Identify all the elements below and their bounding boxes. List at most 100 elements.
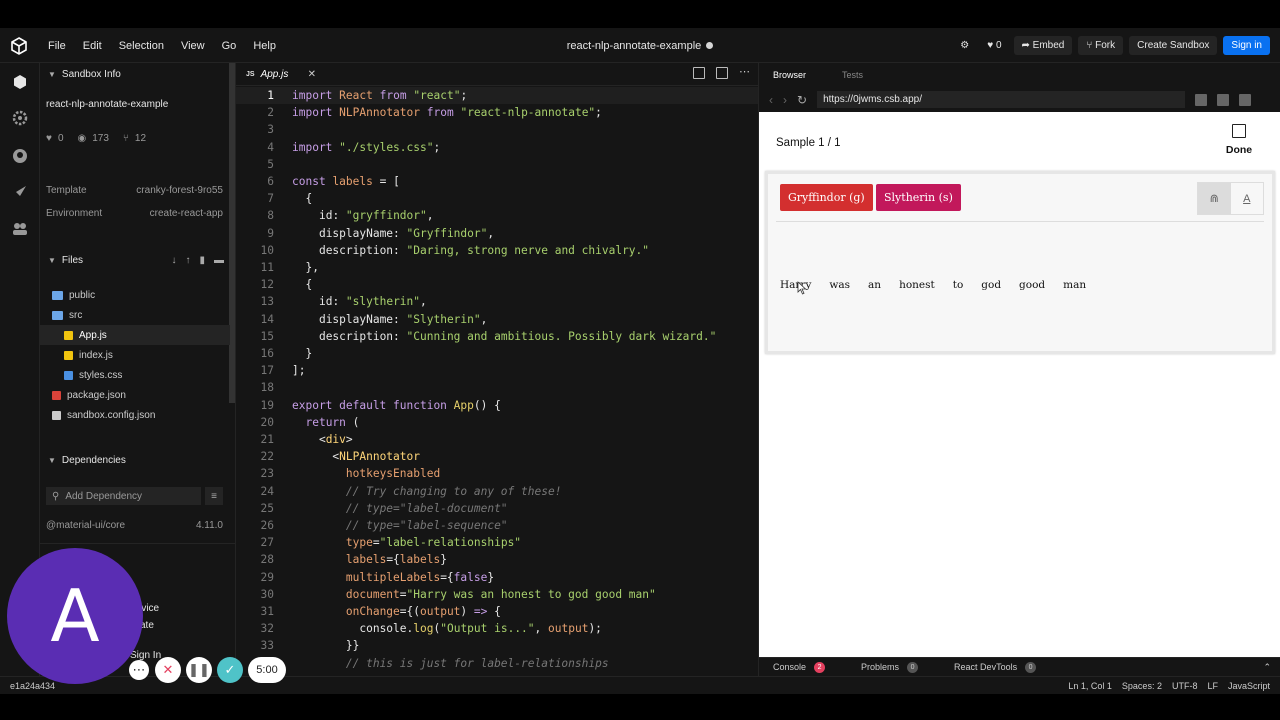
environment-value: create-react-app bbox=[149, 208, 223, 219]
fork-icon: ⑂ bbox=[122, 133, 129, 144]
open-new-window-icon[interactable] bbox=[1195, 93, 1208, 106]
back-arrow-icon[interactable]: ‹ bbox=[769, 93, 773, 107]
check-icon: ✓ bbox=[224, 662, 236, 677]
menu-view[interactable]: View bbox=[181, 40, 205, 52]
copy-icon[interactable] bbox=[1217, 93, 1230, 106]
chevron-down-icon: ▼ bbox=[48, 255, 56, 265]
file-name: src bbox=[69, 309, 83, 321]
menu-selection[interactable]: Selection bbox=[119, 40, 164, 52]
eye-icon: ◉ bbox=[77, 133, 87, 144]
file-name: public bbox=[69, 289, 96, 301]
layout-icon[interactable] bbox=[1239, 93, 1252, 106]
word-token[interactable]: god bbox=[981, 279, 1001, 291]
like-button[interactable]: ♥ 0 bbox=[981, 40, 1007, 51]
tab-browser[interactable]: Browser bbox=[773, 70, 806, 80]
file-tree-item-active[interactable]: App.js bbox=[40, 325, 230, 345]
upload-icon[interactable]: ↑ bbox=[185, 255, 190, 266]
sign-in-button[interactable]: Sign in bbox=[1223, 36, 1270, 55]
new-folder-icon[interactable]: ▬ bbox=[214, 255, 224, 266]
github-icon[interactable] bbox=[11, 147, 29, 165]
word-token[interactable]: good bbox=[1019, 279, 1045, 291]
relation-mode-icon[interactable]: ⋒ bbox=[1198, 183, 1231, 214]
info-icon[interactable] bbox=[706, 42, 714, 49]
dependency-list-button[interactable]: ≡ bbox=[205, 487, 223, 505]
file-tree-item[interactable]: public bbox=[40, 285, 230, 305]
js-file-icon bbox=[64, 350, 73, 360]
preview-icon[interactable] bbox=[716, 67, 728, 79]
download-icon[interactable]: ↓ bbox=[171, 255, 176, 266]
word-token[interactable]: man bbox=[1063, 279, 1086, 291]
sandbox-info-cube-icon[interactable] bbox=[11, 73, 29, 91]
tab-tests[interactable]: Tests bbox=[842, 70, 863, 80]
more-icon[interactable]: ⋯ bbox=[129, 660, 149, 680]
recording-timer: 5:00 bbox=[248, 657, 286, 683]
word-token[interactable]: was bbox=[829, 279, 850, 291]
label-button-slytherin[interactable]: Slytherin (s) bbox=[876, 184, 961, 211]
code-line: 20 return ( bbox=[260, 415, 360, 429]
word-token[interactable]: an bbox=[868, 279, 881, 291]
dependency-version[interactable]: 4.11.0 bbox=[196, 520, 223, 531]
partial-sign-in[interactable]: Sign In bbox=[130, 650, 161, 661]
dependency-name[interactable]: @material-ui/core bbox=[46, 520, 125, 531]
dependencies-header[interactable]: ▼ Dependencies bbox=[40, 449, 235, 471]
chevron-up-icon[interactable]: ⌃ bbox=[1263, 662, 1271, 673]
file-tree-item[interactable]: sandbox.config.json bbox=[40, 405, 230, 425]
folder-open-icon bbox=[52, 310, 63, 320]
done-button[interactable]: Done bbox=[1219, 124, 1259, 156]
live-users-icon[interactable] bbox=[11, 220, 29, 238]
code-line: 8 id: "gryffindor", bbox=[267, 209, 434, 223]
problems-label: Problems bbox=[861, 662, 900, 672]
code-line: 24 // Try changing to any of these! bbox=[260, 484, 562, 498]
file-tree-item[interactable]: index.js bbox=[40, 345, 230, 365]
pause-button[interactable]: ❚❚ bbox=[186, 657, 212, 683]
menu-help[interactable]: Help bbox=[253, 40, 276, 52]
create-sandbox-button[interactable]: Create Sandbox bbox=[1129, 36, 1218, 55]
sandbox-stats: ♥ 0 ◉ 173 ⑂ 12 bbox=[46, 133, 146, 144]
encoding[interactable]: UTF-8 bbox=[1172, 681, 1198, 691]
settings-gear-icon-sidebar[interactable] bbox=[11, 109, 29, 127]
file-tree-item[interactable]: styles.css bbox=[40, 365, 230, 385]
menu-go[interactable]: Go bbox=[222, 40, 237, 52]
more-icon[interactable]: ⋯ bbox=[739, 67, 750, 79]
refresh-icon[interactable]: ↻ bbox=[797, 93, 807, 107]
rocket-deploy-icon[interactable] bbox=[11, 183, 29, 201]
tab-react-devtools[interactable]: React DevTools 0 bbox=[954, 661, 1037, 673]
files-header[interactable]: ▼ Files ↓ ↑ ▮ ▬ bbox=[40, 249, 235, 271]
tab-console[interactable]: Console 2 bbox=[773, 661, 826, 673]
label-button-gryffindor[interactable]: Gryffindor (g) bbox=[780, 184, 873, 211]
document-words: Harry was an honest to god good man bbox=[780, 279, 1104, 291]
finish-recording-button[interactable]: ✓ bbox=[217, 657, 243, 683]
menu-edit[interactable]: Edit bbox=[83, 40, 102, 52]
cancel-recording-button[interactable]: ✕ bbox=[155, 657, 181, 683]
template-value[interactable]: cranky-forest-9ro55 bbox=[136, 185, 223, 196]
menu-items: File Edit Selection View Go Help bbox=[48, 28, 293, 63]
close-icon[interactable]: ✕ bbox=[308, 69, 316, 80]
label-mode-icon[interactable]: A bbox=[1231, 183, 1264, 214]
file-tree-item[interactable]: src bbox=[40, 305, 230, 325]
language-mode[interactable]: JavaScript bbox=[1228, 681, 1270, 691]
fork-button[interactable]: ⑂ Fork bbox=[1078, 36, 1124, 55]
tab-app-js[interactable]: JS App.js ✕ bbox=[236, 63, 322, 86]
add-dependency-field[interactable]: ⚲ Add Dependency bbox=[46, 487, 201, 505]
browser-tabs: Browser Tests bbox=[759, 63, 1280, 86]
word-token[interactable]: to bbox=[953, 279, 964, 291]
code-line: 30 document="Harry was an honest to god … bbox=[260, 587, 656, 601]
file-tree-item[interactable]: package.json bbox=[40, 385, 230, 405]
split-view-icon[interactable] bbox=[693, 67, 705, 79]
cursor-position[interactable]: Ln 1, Col 1 bbox=[1068, 681, 1112, 691]
indentation[interactable]: Spaces: 2 bbox=[1122, 681, 1162, 691]
fork-icon: ⑂ bbox=[1086, 40, 1093, 51]
settings-gear-icon[interactable]: ⚙ bbox=[954, 40, 975, 51]
forward-arrow-icon[interactable]: › bbox=[783, 93, 787, 107]
codesandbox-logo-icon[interactable] bbox=[10, 37, 28, 55]
menu-file[interactable]: File bbox=[48, 40, 66, 52]
sandbox-info-header[interactable]: ▼ Sandbox Info bbox=[40, 63, 235, 85]
new-file-icon[interactable]: ▮ bbox=[199, 255, 205, 266]
tab-problems[interactable]: Problems 0 bbox=[861, 661, 919, 673]
embed-button[interactable]: ➦ Embed bbox=[1013, 36, 1073, 55]
code-line: 28 labels={labels} bbox=[260, 553, 447, 567]
word-token[interactable]: honest bbox=[899, 279, 935, 291]
line-ending[interactable]: LF bbox=[1207, 681, 1218, 691]
url-input[interactable]: https://0jwms.csb.app/ bbox=[817, 91, 1186, 108]
code-line: 6 const labels = [ bbox=[267, 175, 400, 189]
